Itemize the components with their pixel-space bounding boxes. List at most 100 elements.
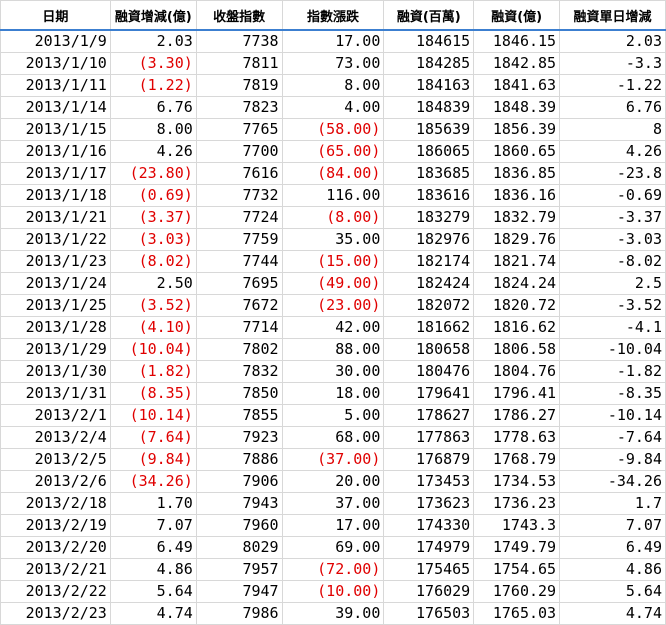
daily-change-cell[interactable]: -3.52 <box>559 294 666 317</box>
margin-change-cell[interactable]: 4.26 <box>109 140 197 163</box>
margin-million-cell[interactable]: 173453 <box>383 470 475 493</box>
date-cell[interactable]: 2013/1/11 <box>0 74 111 97</box>
daily-change-cell[interactable]: -3.3 <box>559 52 666 75</box>
margin-billion-cell[interactable]: 1836.85 <box>473 162 561 185</box>
margin-million-cell[interactable]: 173623 <box>383 492 475 515</box>
daily-change-cell[interactable]: -10.14 <box>559 404 666 427</box>
margin-change-cell[interactable]: 6.76 <box>109 96 197 119</box>
date-cell[interactable]: 2013/2/20 <box>0 536 111 559</box>
close-index-cell[interactable]: 7732 <box>195 184 283 207</box>
date-cell[interactable]: 2013/1/15 <box>0 118 111 141</box>
margin-billion-cell[interactable]: 1778.63 <box>473 426 561 449</box>
close-index-cell[interactable]: 7923 <box>195 426 283 449</box>
margin-million-cell[interactable]: 186065 <box>383 140 475 163</box>
index-change-cell[interactable]: 42.00 <box>281 316 385 339</box>
close-index-cell[interactable]: 7947 <box>195 580 283 603</box>
index-change-cell[interactable]: (23.00) <box>281 294 385 317</box>
margin-change-cell[interactable]: 1.70 <box>109 492 197 515</box>
date-cell[interactable]: 2013/1/28 <box>0 316 111 339</box>
date-cell[interactable]: 2013/1/25 <box>0 294 111 317</box>
margin-change-cell[interactable]: (23.80) <box>109 162 197 185</box>
close-index-cell[interactable]: 7802 <box>195 338 283 361</box>
margin-change-cell[interactable]: (3.37) <box>109 206 197 229</box>
margin-billion-cell[interactable]: 1743.3 <box>473 514 561 537</box>
margin-change-cell[interactable]: (3.03) <box>109 228 197 251</box>
date-cell[interactable]: 2013/1/22 <box>0 228 111 251</box>
index-change-cell[interactable]: 5.00 <box>281 404 385 427</box>
close-index-cell[interactable]: 7700 <box>195 140 283 163</box>
margin-billion-cell[interactable]: 1754.65 <box>473 558 561 581</box>
index-change-cell[interactable]: 8.00 <box>281 74 385 97</box>
close-index-cell[interactable]: 7886 <box>195 448 283 471</box>
margin-million-cell[interactable]: 176503 <box>383 602 475 625</box>
daily-change-cell[interactable]: 2.5 <box>559 272 666 295</box>
margin-billion-cell[interactable]: 1768.79 <box>473 448 561 471</box>
close-index-cell[interactable]: 7616 <box>195 162 283 185</box>
close-index-cell[interactable]: 7811 <box>195 52 283 75</box>
daily-change-cell[interactable]: -1.22 <box>559 74 666 97</box>
margin-billion-cell[interactable]: 1820.72 <box>473 294 561 317</box>
margin-million-cell[interactable]: 180476 <box>383 360 475 383</box>
margin-million-cell[interactable]: 183685 <box>383 162 475 185</box>
margin-billion-cell[interactable]: 1765.03 <box>473 602 561 625</box>
index-change-cell[interactable]: 68.00 <box>281 426 385 449</box>
close-index-cell[interactable]: 7744 <box>195 250 283 273</box>
index-change-cell[interactable]: (8.00) <box>281 206 385 229</box>
date-cell[interactable]: 2013/1/16 <box>0 140 111 163</box>
close-index-cell[interactable]: 7724 <box>195 206 283 229</box>
date-cell[interactable]: 2013/1/29 <box>0 338 111 361</box>
margin-change-cell[interactable]: 7.07 <box>109 514 197 537</box>
date-cell[interactable]: 2013/2/18 <box>0 492 111 515</box>
header-close-index[interactable]: 收盤指數 <box>195 0 283 31</box>
margin-million-cell[interactable]: 176029 <box>383 580 475 603</box>
margin-million-cell[interactable]: 184285 <box>383 52 475 75</box>
margin-change-cell[interactable]: 5.64 <box>109 580 197 603</box>
margin-billion-cell[interactable]: 1736.23 <box>473 492 561 515</box>
daily-change-cell[interactable]: 4.86 <box>559 558 666 581</box>
index-change-cell[interactable]: 17.00 <box>281 514 385 537</box>
margin-billion-cell[interactable]: 1860.65 <box>473 140 561 163</box>
margin-change-cell[interactable]: (7.64) <box>109 426 197 449</box>
date-cell[interactable]: 2013/1/10 <box>0 52 111 75</box>
header-date[interactable]: 日期 <box>0 0 111 31</box>
margin-change-cell[interactable]: (9.84) <box>109 448 197 471</box>
margin-billion-cell[interactable]: 1842.85 <box>473 52 561 75</box>
index-change-cell[interactable]: 30.00 <box>281 360 385 383</box>
margin-million-cell[interactable]: 184615 <box>383 29 475 53</box>
date-cell[interactable]: 2013/1/9 <box>0 29 111 53</box>
daily-change-cell[interactable]: -34.26 <box>559 470 666 493</box>
margin-million-cell[interactable]: 174979 <box>383 536 475 559</box>
date-cell[interactable]: 2013/1/21 <box>0 206 111 229</box>
daily-change-cell[interactable]: 5.64 <box>559 580 666 603</box>
margin-million-cell[interactable]: 183616 <box>383 184 475 207</box>
index-change-cell[interactable]: (58.00) <box>281 118 385 141</box>
margin-million-cell[interactable]: 184163 <box>383 74 475 97</box>
margin-change-cell[interactable]: (10.04) <box>109 338 197 361</box>
daily-change-cell[interactable]: 6.76 <box>559 96 666 119</box>
daily-change-cell[interactable]: 2.03 <box>559 29 666 53</box>
margin-change-cell[interactable]: 2.50 <box>109 272 197 295</box>
daily-change-cell[interactable]: 1.7 <box>559 492 666 515</box>
index-change-cell[interactable]: (15.00) <box>281 250 385 273</box>
date-cell[interactable]: 2013/1/17 <box>0 162 111 185</box>
margin-million-cell[interactable]: 182174 <box>383 250 475 273</box>
close-index-cell[interactable]: 7855 <box>195 404 283 427</box>
date-cell[interactable]: 2013/1/31 <box>0 382 111 405</box>
margin-billion-cell[interactable]: 1821.74 <box>473 250 561 273</box>
date-cell[interactable]: 2013/2/5 <box>0 448 111 471</box>
daily-change-cell[interactable]: 4.26 <box>559 140 666 163</box>
index-change-cell[interactable]: 20.00 <box>281 470 385 493</box>
index-change-cell[interactable]: 116.00 <box>281 184 385 207</box>
index-change-cell[interactable]: 17.00 <box>281 29 385 53</box>
margin-billion-cell[interactable]: 1836.16 <box>473 184 561 207</box>
close-index-cell[interactable]: 7823 <box>195 96 283 119</box>
date-cell[interactable]: 2013/2/4 <box>0 426 111 449</box>
daily-change-cell[interactable]: -8.02 <box>559 250 666 273</box>
margin-change-cell[interactable]: (3.30) <box>109 52 197 75</box>
daily-change-cell[interactable]: -10.04 <box>559 338 666 361</box>
index-change-cell[interactable]: 73.00 <box>281 52 385 75</box>
margin-change-cell[interactable]: 4.74 <box>109 602 197 625</box>
date-cell[interactable]: 2013/2/21 <box>0 558 111 581</box>
margin-change-cell[interactable]: (8.35) <box>109 382 197 405</box>
index-change-cell[interactable]: 4.00 <box>281 96 385 119</box>
